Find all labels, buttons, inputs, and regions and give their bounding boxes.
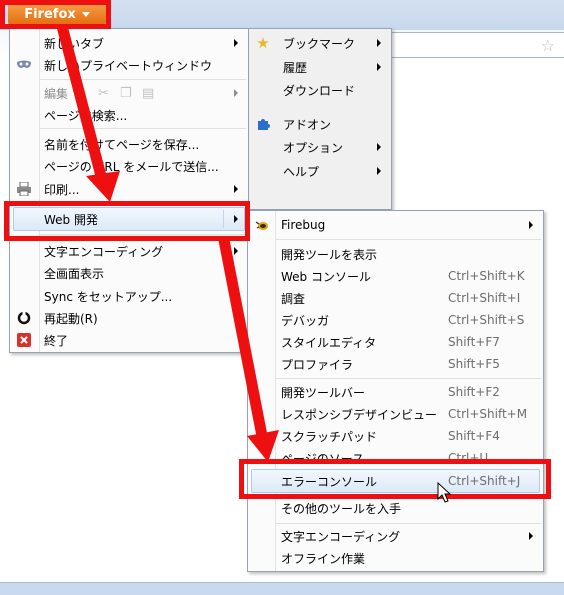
mouse-cursor-icon: [437, 482, 451, 503]
annotation-arrows: [56, 24, 279, 462]
